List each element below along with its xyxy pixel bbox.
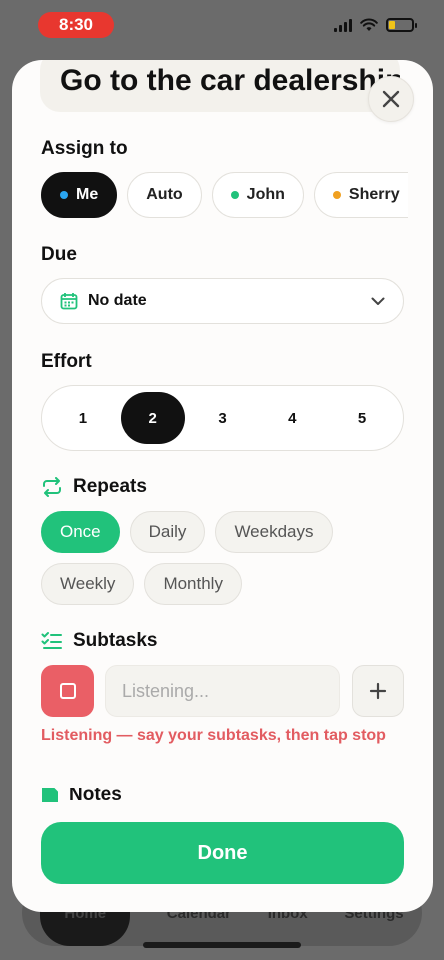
listening-message: Listening — say your subtasks, then tap … xyxy=(41,727,386,744)
close-button[interactable] xyxy=(368,76,414,122)
repeat-option-weekly[interactable]: Weekly xyxy=(41,563,135,605)
add-subtask-button[interactable] xyxy=(352,665,404,717)
subtask-input[interactable] xyxy=(105,665,340,717)
repeat-options-row-2: Weekly Monthly xyxy=(41,563,242,605)
repeat-option-weekdays[interactable]: Weekdays xyxy=(215,511,333,553)
effort-option-2[interactable]: 2 xyxy=(120,392,185,444)
chevron-down-icon xyxy=(371,297,385,305)
assignee-chip-auto[interactable]: Auto xyxy=(127,172,202,218)
repeat-options-row-1: Once Daily Weekdays xyxy=(41,511,333,553)
stop-icon xyxy=(59,683,76,699)
repeat-option-once[interactable]: Once xyxy=(41,511,120,553)
status-icons xyxy=(334,18,417,32)
color-dot xyxy=(332,191,341,199)
assignee-label: John xyxy=(246,186,285,203)
checklist-icon xyxy=(41,632,62,649)
assignee-label: Me xyxy=(76,186,99,203)
effort-label: Effort xyxy=(41,351,92,372)
status-time: 8:30 xyxy=(38,12,114,38)
calendar-icon xyxy=(60,293,78,310)
due-label: Due xyxy=(41,244,77,265)
battery-icon xyxy=(386,18,417,32)
effort-option-3[interactable]: 3 xyxy=(190,392,254,444)
repeats-heading: Repeats xyxy=(41,476,147,498)
repeat-option-daily[interactable]: Daily xyxy=(129,511,206,553)
task-title-field[interactable]: Go to the car dealership xyxy=(40,60,400,112)
due-date-select[interactable]: No date xyxy=(41,278,404,324)
home-indicator xyxy=(143,942,301,948)
stop-listening-button[interactable] xyxy=(41,665,94,717)
assignee-chip-john[interactable]: John xyxy=(211,172,304,218)
assignee-options: Me Auto John Sherry xyxy=(41,172,408,218)
notes-label: Notes xyxy=(69,788,122,802)
battery-level xyxy=(389,21,395,29)
cellular-signal-icon xyxy=(334,18,352,32)
note-icon xyxy=(42,788,58,802)
plus-icon xyxy=(369,682,387,700)
wifi-icon xyxy=(360,18,378,31)
assignee-label: Sherry xyxy=(348,186,400,203)
repeats-label: Repeats xyxy=(73,476,147,497)
assign-to-label: Assign to xyxy=(41,138,128,159)
repeat-icon xyxy=(43,477,61,497)
subtasks-label: Subtasks xyxy=(73,630,158,651)
repeat-option-monthly[interactable]: Monthly xyxy=(144,563,242,605)
effort-option-5[interactable]: 5 xyxy=(330,392,394,444)
done-button[interactable]: Done xyxy=(41,822,404,884)
due-value: No date xyxy=(88,292,147,309)
color-dot xyxy=(60,191,68,199)
effort-option-1[interactable]: 1 xyxy=(51,392,115,444)
assignee-chip-me[interactable]: Me xyxy=(41,172,118,218)
effort-option-4[interactable]: 4 xyxy=(260,392,324,444)
notes-heading: Notes xyxy=(41,788,122,802)
subtasks-heading: Subtasks xyxy=(41,630,157,652)
assignee-chip-sherry[interactable]: Sherry xyxy=(313,172,408,218)
assignee-label: Auto xyxy=(146,186,183,203)
color-dot xyxy=(230,191,239,199)
task-edit-sheet: Go to the car dealership Assign to Me Au… xyxy=(12,60,433,912)
effort-selector: 1 2 3 4 5 xyxy=(41,385,404,451)
close-icon xyxy=(382,90,400,108)
